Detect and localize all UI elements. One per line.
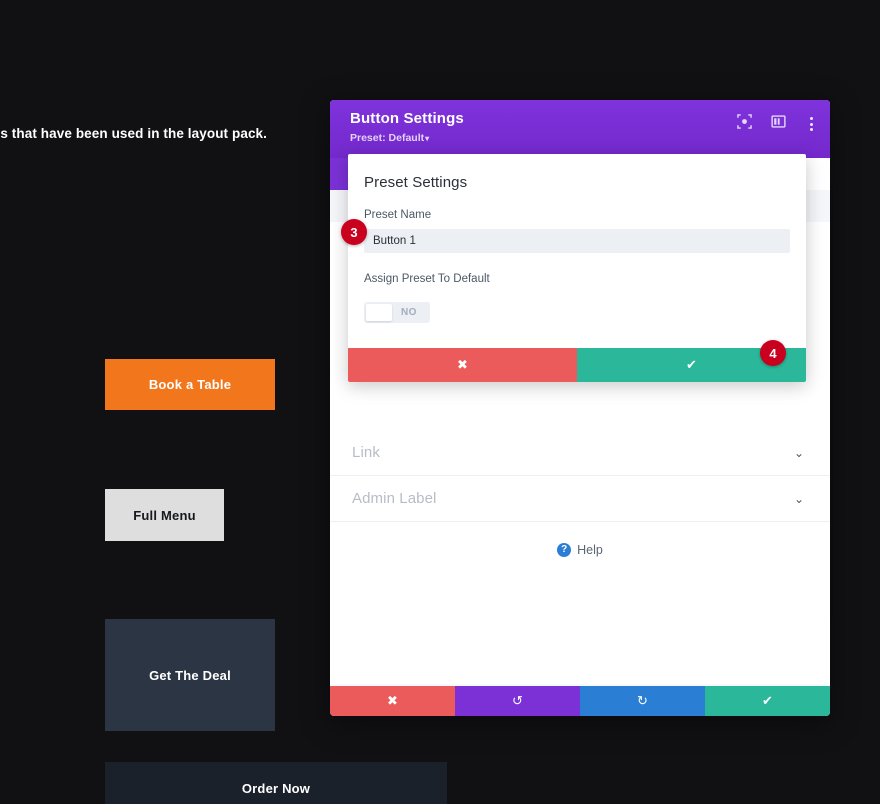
order-now-label: Order Now: [241, 781, 311, 796]
preset-name-label: Preset Name: [364, 209, 432, 221]
assign-preset-field: Assign Preset To Default NO: [364, 273, 790, 326]
redo-button[interactable]: ↻: [580, 686, 705, 716]
order-now-button[interactable]: Order Now: [105, 762, 447, 804]
preset-settings-body: Preset Settings Preset Name Assign Prese…: [348, 154, 806, 348]
chevron-down-icon: ▾: [425, 134, 430, 143]
step-badge-4: 4: [760, 340, 786, 366]
get-the-deal-label: Get The Deal: [149, 667, 231, 683]
preset-settings-popup: Preset Settings Preset Name Assign Prese…: [348, 154, 806, 382]
modal-header: Button Settings Preset: Default▾: [330, 100, 830, 158]
modal-header-icons: [737, 114, 818, 134]
settings-rows: Link ⌄ Admin Label ⌄: [330, 430, 830, 522]
preset-dropdown[interactable]: Preset: Default▾: [350, 132, 429, 144]
help-link[interactable]: ? Help: [330, 543, 830, 557]
row-admin-label[interactable]: Admin Label ⌄: [330, 476, 830, 522]
assign-preset-toggle[interactable]: NO: [364, 302, 430, 323]
undo-button[interactable]: ↺: [455, 686, 580, 716]
toggle-knob: [366, 304, 392, 321]
button-settings-modal: Button Settings Preset: Default▾ Preset …: [330, 100, 830, 716]
preset-settings-actions: ✖ ✔: [348, 348, 806, 382]
step-badge-3: 3: [341, 219, 367, 245]
discard-changes-button[interactable]: ✖: [330, 686, 455, 716]
preset-settings-heading: Preset Settings: [364, 174, 468, 191]
toggle-state-label: NO: [401, 307, 417, 318]
preset-name-input[interactable]: [364, 229, 790, 253]
save-changes-button[interactable]: ✔: [705, 686, 830, 716]
book-a-table-button[interactable]: Book a Table: [105, 359, 275, 410]
more-options-icon[interactable]: [805, 115, 818, 133]
full-menu-button[interactable]: Full Menu: [105, 489, 224, 541]
help-icon: ?: [557, 543, 572, 557]
preset-cancel-button[interactable]: ✖: [348, 348, 577, 382]
row-link-label: Link: [352, 444, 380, 461]
header-purple-strip: [330, 158, 348, 190]
chevron-down-icon: ⌄: [793, 491, 804, 506]
close-icon: ✖: [457, 357, 468, 372]
screenshot-root: ns that have been used in the layout pac…: [0, 0, 880, 804]
undo-icon: ↺: [512, 693, 523, 708]
page-paragraph: ns that have been used in the layout pac…: [0, 126, 268, 141]
redo-icon: ↻: [637, 693, 648, 708]
assign-preset-label: Assign Preset To Default: [364, 273, 490, 285]
full-menu-label: Full Menu: [133, 507, 196, 523]
modal-bottom-bar: ✖ ↺ ↻ ✔: [330, 684, 830, 716]
chevron-down-icon: ⌄: [793, 445, 804, 460]
panel-layout-icon[interactable]: [771, 114, 786, 134]
check-icon: ✔: [686, 357, 697, 372]
help-label: Help: [577, 543, 603, 557]
row-admin-label-text: Admin Label: [352, 490, 437, 507]
preset-dropdown-label: Preset: Default: [350, 132, 425, 144]
responsive-view-icon[interactable]: [737, 114, 752, 134]
get-the-deal-button[interactable]: Get The Deal: [105, 619, 275, 731]
close-icon: ✖: [387, 693, 398, 708]
check-icon: ✔: [762, 693, 773, 708]
book-a-table-label: Book a Table: [148, 377, 232, 392]
row-link[interactable]: Link ⌄: [330, 430, 830, 476]
